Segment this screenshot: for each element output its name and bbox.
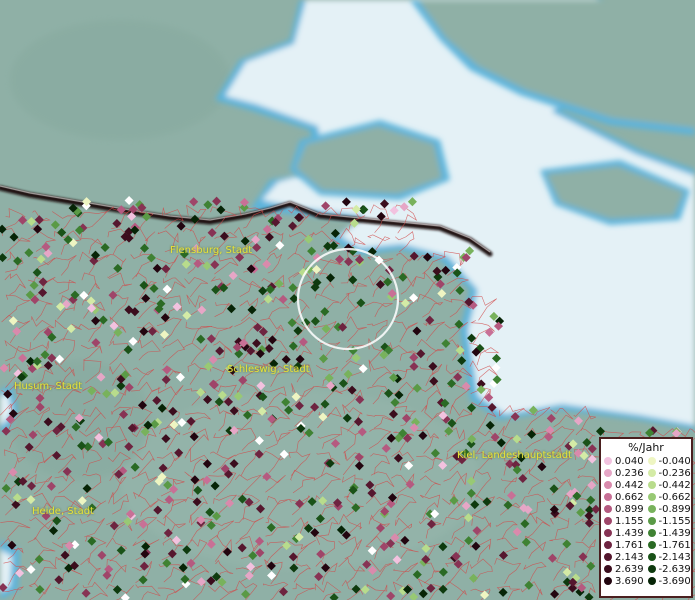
legend-swatch <box>647 493 656 501</box>
legend-label: -0.040 <box>658 455 691 467</box>
legend-label: -1.155 <box>658 515 691 527</box>
legend-entry-negative: -2.143 <box>647 551 692 563</box>
legend-row: 0.236 -0.236 <box>604 467 691 479</box>
legend-row: 1.761 -1.761 <box>604 539 691 551</box>
legend-label: 2.639 <box>615 563 644 575</box>
legend-label: -2.639 <box>658 563 691 575</box>
legend-label: -0.442 <box>658 479 691 491</box>
legend-row: 3.690 -3.690 <box>604 575 691 587</box>
legend-label: 1.155 <box>615 515 644 527</box>
legend-entry-positive: 1.155 <box>604 516 648 527</box>
legend-label: 0.442 <box>615 479 644 491</box>
legend-label: -2.143 <box>658 551 691 563</box>
legend-swatch <box>604 553 612 561</box>
legend-label: -1.761 <box>658 539 691 551</box>
legend-row: 2.143 -2.143 <box>604 551 691 563</box>
city-label-flensburg[interactable]: Flensburg, Stadt <box>170 245 252 256</box>
legend-label: -0.662 <box>658 491 691 503</box>
legend-row: 0.442 -0.442 <box>604 479 691 491</box>
legend-swatch <box>647 517 656 525</box>
legend-swatch <box>647 469 656 477</box>
legend-swatch <box>604 565 612 573</box>
legend-entry-negative: -0.040 <box>647 455 692 467</box>
city-label-schleswig[interactable]: Schleswig, Stadt <box>227 364 310 375</box>
legend-label: -0.236 <box>658 467 691 479</box>
legend-label: -1.439 <box>658 527 691 539</box>
legend: %/Jahr 0.040 -0.040 0.236 -0.236 0.442 -0.442… <box>599 437 693 598</box>
legend-entry-negative: -2.639 <box>647 563 692 575</box>
legend-swatch <box>647 577 656 585</box>
map-canvas[interactable] <box>0 0 695 600</box>
legend-entry-negative: -1.155 <box>647 515 692 527</box>
legend-swatch <box>647 565 656 573</box>
legend-swatch <box>647 457 656 465</box>
legend-entry-positive: 0.442 <box>604 480 648 491</box>
legend-row: 1.155 -1.155 <box>604 515 691 527</box>
legend-swatch <box>604 541 612 549</box>
legend-entry-negative: -0.662 <box>647 491 692 503</box>
legend-label: 0.899 <box>615 503 644 515</box>
legend-label: 2.143 <box>615 551 644 563</box>
city-label-husum[interactable]: Husum, Stadt <box>14 381 82 392</box>
legend-label: -3.690 <box>658 575 691 587</box>
city-label-kiel[interactable]: Kiel, Landeshauptstadt <box>457 450 572 461</box>
legend-swatch <box>604 469 612 477</box>
legend-swatch <box>604 493 612 501</box>
legend-entry-positive: 0.040 <box>604 456 648 467</box>
legend-row: 0.662 -0.662 <box>604 491 691 503</box>
legend-label: 1.439 <box>615 527 644 539</box>
legend-swatch <box>647 529 656 537</box>
legend-label: 0.662 <box>615 491 644 503</box>
legend-entry-positive: 0.899 <box>604 504 648 515</box>
legend-rows: 0.040 -0.040 0.236 -0.236 0.442 -0.442 0.662 -0… <box>601 455 691 587</box>
legend-label: 3.690 <box>615 575 644 587</box>
legend-entry-negative: -0.236 <box>647 467 692 479</box>
legend-row: 0.899 -0.899 <box>604 503 691 515</box>
legend-swatch <box>604 505 612 513</box>
legend-swatch <box>647 553 656 561</box>
legend-swatch <box>647 481 656 489</box>
legend-label: 1.761 <box>615 539 644 551</box>
legend-swatch <box>604 517 612 525</box>
legend-swatch <box>647 505 656 513</box>
legend-title: %/Jahr <box>628 441 664 454</box>
legend-entry-positive: 1.761 <box>604 540 648 551</box>
legend-entry-positive: 0.236 <box>604 468 648 479</box>
legend-entry-positive: 3.690 <box>604 576 648 587</box>
legend-entry-positive: 2.143 <box>604 552 648 563</box>
legend-entry-negative: -1.761 <box>647 539 692 551</box>
legend-label: -0.899 <box>658 503 691 515</box>
legend-row: 1.439 -1.439 <box>604 527 691 539</box>
legend-entry-negative: -0.899 <box>647 503 692 515</box>
legend-label: 0.040 <box>615 455 644 467</box>
legend-row: 2.639 -2.639 <box>604 563 691 575</box>
legend-swatch <box>604 457 612 465</box>
legend-row: 0.040 -0.040 <box>604 455 691 467</box>
legend-entry-positive: 2.639 <box>604 564 648 575</box>
legend-swatch <box>604 529 612 537</box>
legend-label: 0.236 <box>615 467 644 479</box>
legend-entry-negative: -0.442 <box>647 479 692 491</box>
legend-swatch <box>604 577 612 585</box>
legend-swatch <box>647 541 656 549</box>
legend-swatch <box>604 481 612 489</box>
city-label-heide[interactable]: Heide, Stadt <box>32 506 94 517</box>
legend-entry-positive: 0.662 <box>604 492 648 503</box>
legend-entry-positive: 1.439 <box>604 528 648 539</box>
legend-entry-negative: -3.690 <box>647 575 692 587</box>
legend-entry-negative: -1.439 <box>647 527 692 539</box>
